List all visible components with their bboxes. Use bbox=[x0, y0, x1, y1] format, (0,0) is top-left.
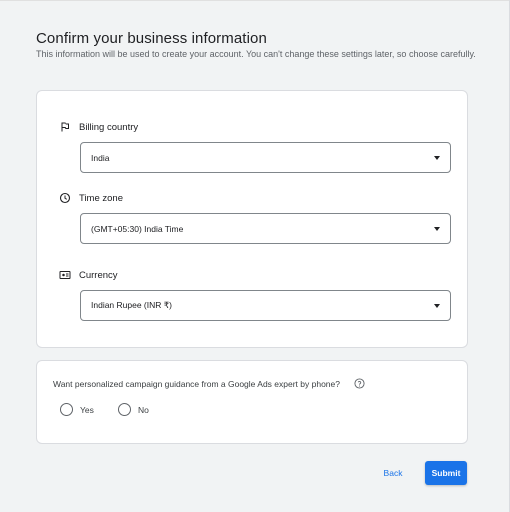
radio-button-yes[interactable] bbox=[60, 403, 73, 416]
billing-country-label-text: Billing country bbox=[79, 121, 139, 133]
billing-country-select[interactable]: India bbox=[80, 142, 451, 173]
chevron-down-icon bbox=[434, 156, 440, 160]
time-zone-label: Time zone bbox=[59, 192, 123, 204]
billing-country-label: Billing country bbox=[59, 121, 138, 133]
business-info-card: Billing country India Time zone (GMT+05:… bbox=[36, 90, 468, 348]
clock-icon bbox=[59, 192, 71, 204]
currency-value: Indian Rupee (INR ₹) bbox=[91, 300, 172, 310]
top-divider bbox=[0, 0, 510, 1]
radio-label-yes: Yes bbox=[80, 404, 94, 415]
radio-button-no[interactable] bbox=[118, 403, 131, 416]
radio-option-no[interactable]: No bbox=[118, 403, 149, 416]
help-icon[interactable] bbox=[354, 378, 365, 389]
radio-label-no: No bbox=[138, 404, 149, 415]
currency-label: Currency bbox=[59, 269, 118, 281]
radio-option-yes[interactable]: Yes bbox=[60, 403, 94, 416]
currency-select[interactable]: Indian Rupee (INR ₹) bbox=[80, 290, 451, 321]
currency-icon bbox=[59, 269, 71, 281]
time-zone-select[interactable]: (GMT+05:30) India Time bbox=[80, 213, 451, 244]
chevron-down-icon bbox=[434, 227, 440, 231]
phone-guidance-card: Want personalized campaign guidance from… bbox=[36, 360, 468, 444]
back-button[interactable]: Back bbox=[372, 462, 414, 484]
chevron-down-icon bbox=[434, 304, 440, 308]
time-zone-label-text: Time zone bbox=[79, 192, 123, 204]
page-title: Confirm your business information bbox=[36, 30, 267, 47]
page-description: This information will be used to create … bbox=[36, 49, 476, 59]
flag-icon bbox=[59, 121, 71, 133]
phone-guidance-question-text: Want personalized campaign guidance from… bbox=[53, 378, 340, 389]
phone-guidance-question: Want personalized campaign guidance from… bbox=[53, 378, 365, 389]
billing-country-value: India bbox=[91, 152, 110, 163]
currency-label-text: Currency bbox=[79, 269, 118, 281]
time-zone-value: (GMT+05:30) India Time bbox=[91, 223, 184, 234]
submit-button[interactable]: Submit bbox=[425, 461, 467, 485]
